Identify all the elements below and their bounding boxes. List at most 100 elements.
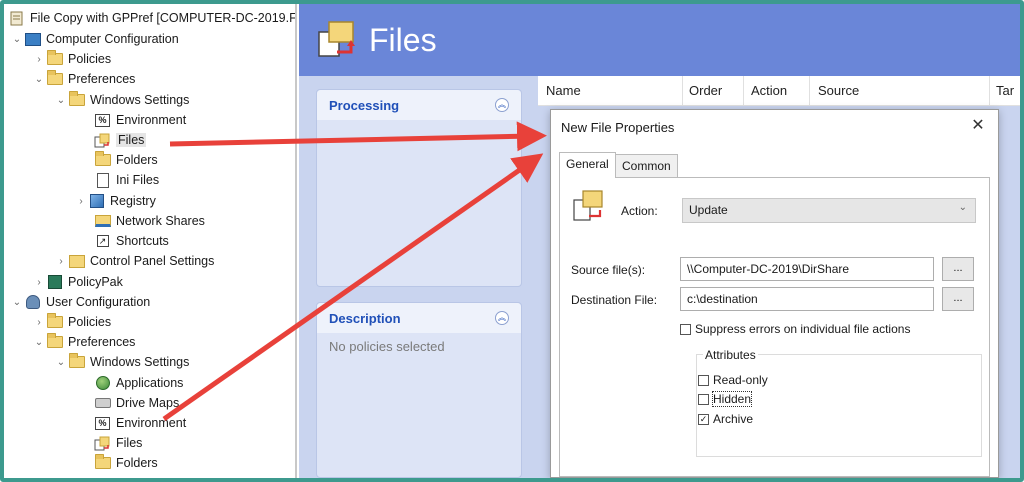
tree-item-shortcuts[interactable]: ↗ Shortcuts <box>80 231 169 251</box>
tree-item-label: Folders <box>116 153 158 167</box>
read-only-checkbox[interactable]: Read-only <box>698 373 768 387</box>
tree-root[interactable]: File Copy with GPPref [COMPUTER-DC-2019.… <box>8 8 295 28</box>
tree-item-label: Applications <box>116 376 184 390</box>
tab-common[interactable]: Common <box>615 154 678 178</box>
source-files-input[interactable]: \\Computer-DC-2019\DirShare <box>680 257 934 281</box>
computer-icon <box>24 32 41 47</box>
files-icon <box>94 436 111 451</box>
source-files-label: Source file(s): <box>571 263 646 277</box>
tree-item-label: Control Panel Settings <box>90 254 215 268</box>
destination-file-input[interactable]: c:\destination <box>680 287 934 311</box>
column-name[interactable]: Name <box>546 83 581 98</box>
source-browse-button[interactable]: ... <box>942 257 974 281</box>
tree-item-computer-configuration[interactable]: ⌄ Computer Configuration <box>10 29 179 49</box>
control-panel-icon <box>68 254 85 269</box>
tree-item-drive-maps[interactable]: Drive Maps <box>80 393 179 413</box>
tab-general[interactable]: General <box>559 152 616 178</box>
list-column-headers: Name Order Action Source Tar <box>538 76 1020 106</box>
tree-item-windows-settings[interactable]: ⌄ Windows Settings <box>54 90 189 110</box>
action-select-value: Update <box>689 203 728 217</box>
tree-item-environment[interactable]: % Environment <box>80 413 186 433</box>
chevron-right-icon[interactable]: › <box>32 54 46 65</box>
action-select[interactable]: Update ⌄ <box>682 198 976 223</box>
chevron-down-icon[interactable]: ⌄ <box>32 74 46 85</box>
tree-item-network-shares[interactable]: Network Shares <box>80 211 205 231</box>
tree-item-label: PolicyPak <box>68 275 123 289</box>
collapse-icon[interactable]: ︽ <box>495 98 509 112</box>
environment-icon: % <box>94 416 111 431</box>
folders-icon <box>94 454 111 471</box>
checkbox-box[interactable] <box>698 374 709 386</box>
ini-file-icon <box>94 172 111 188</box>
chevron-right-icon[interactable]: › <box>54 256 68 267</box>
tree-item-label: Network Shares <box>116 214 205 228</box>
column-action[interactable]: Action <box>751 83 787 98</box>
destination-browse-button[interactable]: ... <box>942 287 974 311</box>
tree-item-label: Computer Configuration <box>46 32 179 46</box>
suppress-errors-label: Suppress errors on individual file actio… <box>695 322 911 336</box>
new-file-properties-dialog: New File Properties ✕ General Common Act… <box>550 109 999 478</box>
tree-item-label: Ini Files <box>116 173 160 187</box>
user-icon <box>24 295 41 310</box>
chevron-right-icon[interactable]: › <box>32 277 46 288</box>
tree-item-ini-files[interactable]: Ini Files <box>80 170 159 190</box>
policypak-icon <box>46 275 63 290</box>
tree-item-label: Policies <box>68 52 112 66</box>
tree-item-applications[interactable]: Applications <box>80 373 183 393</box>
description-panel-title: Description <box>329 310 401 326</box>
archive-checkbox[interactable]: ✓ Archive <box>698 412 753 426</box>
column-target[interactable]: Tar <box>996 83 1014 98</box>
tree-item-folders[interactable]: Folders <box>80 150 158 170</box>
chevron-right-icon[interactable]: › <box>32 317 46 328</box>
folder-icon <box>46 70 63 87</box>
folder-icon <box>46 313 63 330</box>
tree-item-label: Environment <box>116 113 187 127</box>
gpo-tree-pane[interactable]: File Copy with GPPref [COMPUTER-DC-2019.… <box>4 4 297 478</box>
general-tab-page: Action: Update ⌄ Source file(s): \\Compu… <box>559 177 990 477</box>
tree-item-policies[interactable]: › Policies <box>32 312 111 332</box>
close-icon[interactable]: ✕ <box>968 116 988 136</box>
tree-item-folders[interactable]: Folders <box>80 453 158 473</box>
chevron-right-icon[interactable]: › <box>74 196 88 207</box>
tree-item-label: Environment <box>116 416 187 430</box>
applications-icon <box>94 376 111 391</box>
tree-item-registry[interactable]: › Registry <box>74 191 156 211</box>
tree-item-label: Shortcuts <box>116 234 169 248</box>
chevron-down-icon[interactable]: ⌄ <box>10 297 24 308</box>
tree-item-user-configuration[interactable]: ⌄ User Configuration <box>10 292 150 312</box>
tree-item-files[interactable]: Files <box>80 433 142 453</box>
chevron-down-icon[interactable]: ⌄ <box>54 95 68 106</box>
attributes-label: Attributes <box>703 348 758 362</box>
chevron-down-icon[interactable]: ⌄ <box>32 337 46 348</box>
files-banner: Files <box>299 4 1020 76</box>
tree-item-preferences[interactable]: ⌄ Preferences <box>32 332 135 352</box>
column-order[interactable]: Order <box>689 83 722 98</box>
tree-item-label: User Configuration <box>46 295 151 309</box>
checkbox-box[interactable] <box>680 323 691 335</box>
tree-item-environment[interactable]: % Environment <box>80 110 186 130</box>
tree-item-preferences[interactable]: ⌄ Preferences <box>32 69 135 89</box>
tree-item-label: Windows Settings <box>90 355 190 369</box>
processing-panel-title: Processing <box>329 97 400 113</box>
hidden-checkbox[interactable]: Hidden <box>698 391 753 407</box>
chevron-down-icon[interactable]: ⌄ <box>10 34 24 45</box>
gpo-scroll-icon <box>8 11 25 26</box>
tree-item-control-panel-settings[interactable]: › Control Panel Settings <box>54 251 214 271</box>
checkbox-box[interactable] <box>698 393 709 405</box>
read-only-label: Read-only <box>713 373 768 387</box>
check-icon[interactable]: ✓ <box>698 413 709 425</box>
tree-item-files[interactable]: Files <box>80 130 147 150</box>
collapse-icon[interactable]: ︽ <box>495 311 509 325</box>
tree-item-windows-settings[interactable]: ⌄ Windows Settings <box>54 352 189 372</box>
files-banner-icon <box>318 21 355 57</box>
processing-panel: Processing ︽ <box>316 89 522 287</box>
tree-item-label: Files <box>116 133 147 147</box>
column-source[interactable]: Source <box>818 83 859 98</box>
tree-item-policies[interactable]: › Policies <box>32 49 111 69</box>
drive-icon <box>94 396 111 411</box>
window-frame: File Copy with GPPref [COMPUTER-DC-2019.… <box>0 0 1024 482</box>
chevron-down-icon[interactable]: ⌄ <box>54 357 68 368</box>
suppress-errors-checkbox[interactable]: Suppress errors on individual file actio… <box>680 322 910 336</box>
tree-item-policypak[interactable]: › PolicyPak <box>32 272 123 292</box>
tree-item-label: Folders <box>116 456 158 470</box>
